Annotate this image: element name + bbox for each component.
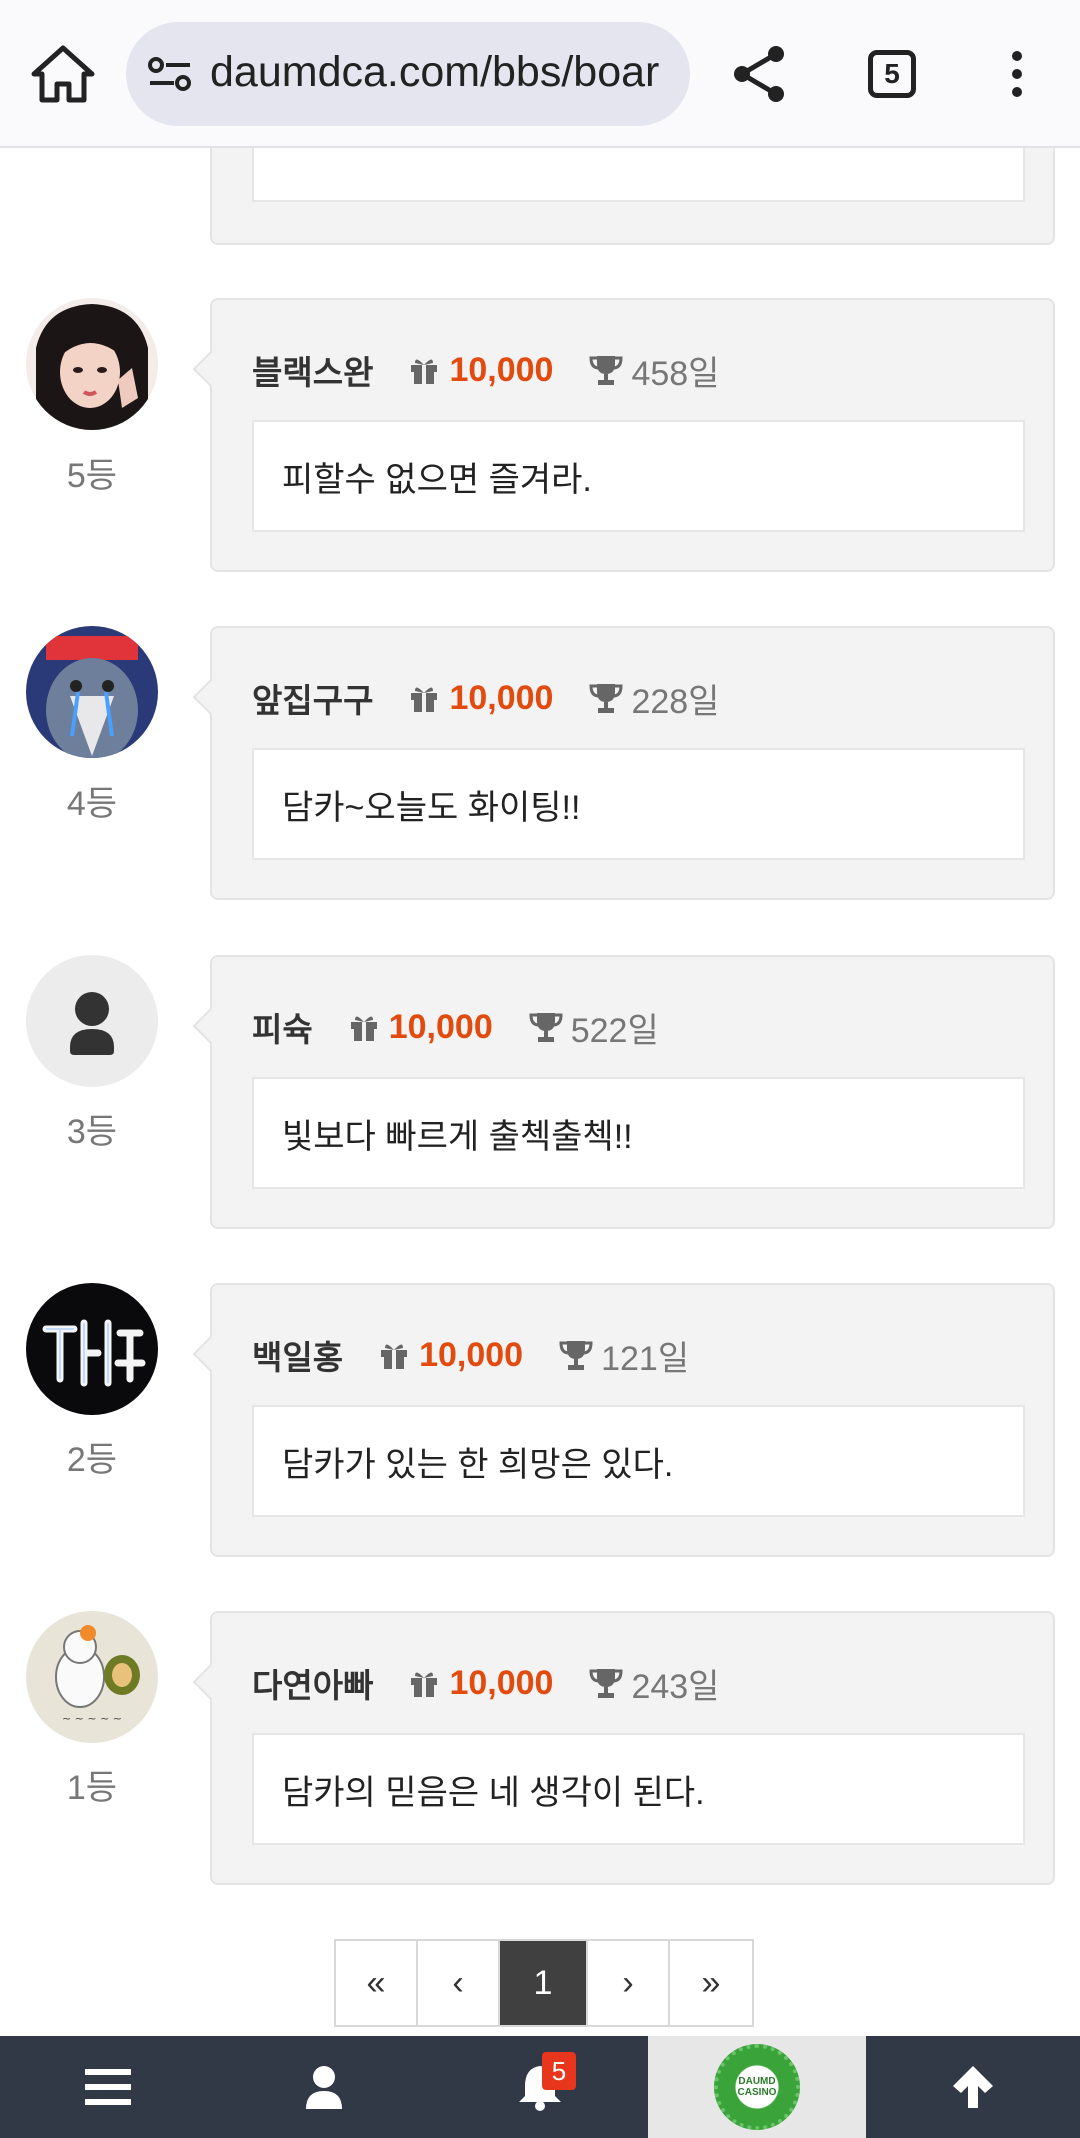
next-page-button[interactable]: › bbox=[588, 1941, 670, 2025]
trophy-icon bbox=[559, 1341, 593, 1370]
comment-message-box: 담카의 믿음은 네 생각이 된다. bbox=[252, 1733, 1025, 1845]
gift-icon bbox=[350, 1016, 377, 1041]
hamburger-icon bbox=[85, 2069, 131, 2105]
points-value: 10,000 bbox=[449, 678, 554, 717]
tab-count: 5 bbox=[884, 58, 900, 89]
comment-card: 피슉 10,000 522일 빛보다 빠르게 출첵출첵!! bbox=[210, 955, 1055, 1229]
points-value: 10,000 bbox=[449, 1663, 554, 1702]
notification-badge: 5 bbox=[542, 2052, 576, 2090]
attendance-days: 243일 bbox=[631, 1667, 720, 1706]
avatar[interactable] bbox=[26, 626, 158, 758]
avatar[interactable] bbox=[26, 955, 158, 1087]
gift-icon bbox=[411, 1672, 438, 1697]
trophy-icon bbox=[589, 356, 623, 385]
url-text: daumdca.com/bbs/boar bbox=[210, 48, 660, 96]
gift-icon bbox=[381, 1344, 408, 1369]
comment-message-box: 담카가 있는 한 희망은 있다. bbox=[252, 1405, 1025, 1517]
address-bar[interactable]: daumdca.com/bbs/boar bbox=[126, 22, 690, 126]
comment-message-box: 피할수 없으면 즐겨라. bbox=[252, 420, 1025, 532]
comment-card: 블랙스완 10,000 458일 피할수 없으면 즐겨라. bbox=[210, 298, 1055, 572]
comment-message: 담카가 있는 한 희망은 있다. bbox=[282, 1445, 674, 1484]
nickname[interactable]: 백일홍 bbox=[252, 1331, 343, 1379]
trophy-icon bbox=[529, 1013, 563, 1042]
comment-message-box: 담카~오늘도 화이팅!! bbox=[252, 748, 1025, 860]
casino-logo-text: DAUMD CASINO bbox=[737, 2076, 777, 2098]
rank-label: 5등 bbox=[66, 457, 118, 495]
svg-text:~ ~ ~ ~ ~: ~ ~ ~ ~ ~ bbox=[62, 1712, 122, 1725]
comment-card: 백일홍 10,000 121일 담카가 있는 한 희망은 있다. bbox=[210, 1283, 1055, 1557]
bottom-nav: 5 DAUMD CASINO bbox=[0, 2036, 1080, 2138]
scroll-top-button[interactable] bbox=[866, 2036, 1080, 2138]
prev-page-button[interactable]: ‹ bbox=[418, 1941, 500, 2025]
comment-message: 담카의 믿음은 네 생각이 된다. bbox=[282, 1773, 705, 1812]
home-icon[interactable] bbox=[30, 44, 96, 104]
avatar[interactable] bbox=[26, 1283, 158, 1415]
comment-message: 담카~오늘도 화이팅!! bbox=[282, 788, 581, 827]
nickname[interactable]: 블랙스완 bbox=[252, 346, 373, 394]
notifications-button[interactable]: 5 bbox=[432, 2036, 648, 2138]
gift-icon bbox=[411, 687, 438, 712]
comment-card: 다연아빠 10,000 243일 담카의 믿음은 네 생각이 된다. bbox=[210, 1611, 1055, 1885]
user-icon bbox=[70, 992, 114, 1055]
pagination: « ‹ 1 › » bbox=[334, 1939, 754, 2027]
first-page-button[interactable]: « bbox=[336, 1941, 418, 2025]
nickname[interactable]: 앞집구구 bbox=[252, 674, 373, 722]
points-value: 10,000 bbox=[449, 350, 554, 389]
points-value: 10,000 bbox=[388, 1007, 493, 1046]
trophy-icon bbox=[589, 1669, 623, 1698]
attendance-days: 228일 bbox=[631, 682, 720, 721]
site-settings-icon[interactable] bbox=[148, 56, 192, 92]
avatar[interactable]: ~ ~ ~ ~ ~ bbox=[26, 1611, 158, 1743]
arrow-up-icon bbox=[953, 2066, 993, 2108]
browser-toolbar: daumdca.com/bbs/boar 5 bbox=[0, 0, 1080, 148]
casino-logo-button[interactable]: DAUMD CASINO bbox=[648, 2036, 866, 2138]
attendance-days: 121일 bbox=[601, 1339, 690, 1378]
last-page-button[interactable]: » bbox=[670, 1941, 752, 2025]
current-page[interactable]: 1 bbox=[500, 1941, 588, 2025]
rank-label: 2등 bbox=[66, 1441, 118, 1479]
nickname[interactable]: 피슉 bbox=[252, 1003, 313, 1051]
trophy-icon bbox=[589, 684, 623, 713]
attendance-days: 458일 bbox=[631, 354, 720, 393]
user-icon bbox=[306, 2066, 342, 2109]
avatar[interactable] bbox=[26, 298, 158, 430]
comment-list: 6등 5등 블랙스완 10,000 458일 피할수 없으면 즐겨라. bbox=[0, 0, 1080, 2138]
more-menu-icon[interactable] bbox=[1004, 50, 1030, 98]
menu-button[interactable] bbox=[0, 2036, 216, 2138]
rank-label: 3등 bbox=[66, 1113, 118, 1151]
profile-button[interactable] bbox=[216, 2036, 432, 2138]
attendance-days: 522일 bbox=[570, 1011, 659, 1050]
rank-label: 1등 bbox=[66, 1769, 118, 1807]
comment-card: 앞집구구 10,000 228일 담카~오늘도 화이팅!! bbox=[210, 626, 1055, 900]
comment-message-box: 빛보다 빠르게 출첵출첵!! bbox=[252, 1077, 1025, 1189]
share-icon[interactable] bbox=[730, 44, 790, 104]
rank-label: 4등 bbox=[66, 785, 118, 823]
gift-icon bbox=[411, 359, 438, 384]
comment-message: 피할수 없으면 즐겨라. bbox=[282, 460, 592, 499]
tab-switcher-button[interactable]: 5 bbox=[868, 50, 916, 98]
points-value: 10,000 bbox=[419, 1335, 524, 1374]
casino-logo: DAUMD CASINO bbox=[714, 2044, 800, 2130]
nickname[interactable]: 다연아빠 bbox=[252, 1659, 373, 1707]
comment-message: 빛보다 빠르게 출첵출첵!! bbox=[282, 1117, 633, 1156]
